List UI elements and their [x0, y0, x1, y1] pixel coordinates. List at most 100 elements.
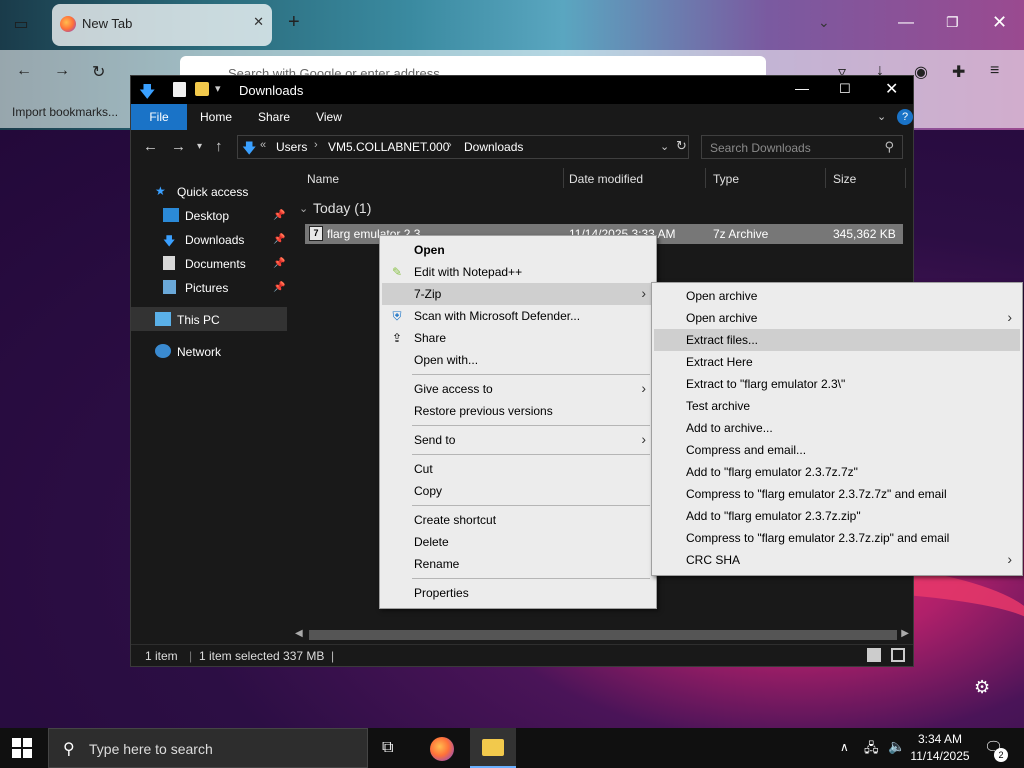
- customize-toolbar-icon[interactable]: ▾: [215, 82, 221, 95]
- pin-icon[interactable]: 📌: [273, 282, 285, 293]
- scroll-left-icon[interactable]: ◀: [295, 628, 303, 639]
- submenu-item-open-archive-more[interactable]: Open archive ›: [654, 307, 1020, 329]
- crumb-downloads[interactable]: Downloads: [464, 140, 523, 154]
- file-explorer-taskbar-icon[interactable]: [482, 739, 504, 756]
- menu-item-send-to[interactable]: Send to ›: [382, 429, 654, 451]
- submenu-item-extract-here[interactable]: Extract Here: [654, 351, 1020, 373]
- clock-time[interactable]: 3:34 AM: [904, 732, 976, 746]
- submenu-item-extract-files[interactable]: Extract files...: [654, 329, 1020, 351]
- menu-item-delete[interactable]: Delete: [382, 531, 654, 553]
- breadcrumb[interactable]: 🡇 « Users › VM5.COLLABNET.000 › Download…: [237, 135, 689, 159]
- submenu-item-extract-to-folder[interactable]: Extract to "flarg emulator 2.3\": [654, 373, 1020, 395]
- large-icons-view-icon[interactable]: [891, 648, 905, 662]
- help-icon[interactable]: ?: [897, 109, 913, 125]
- maximize-button[interactable]: ❐: [946, 14, 959, 31]
- clock-date[interactable]: 11/14/2025: [904, 749, 976, 763]
- recent-locations-icon[interactable]: ▾: [197, 141, 202, 152]
- forward-icon[interactable]: →: [171, 138, 186, 155]
- back-icon[interactable]: ←: [16, 62, 32, 80]
- submenu-item-compress-email[interactable]: Compress and email...: [654, 439, 1020, 461]
- chevron-right-icon[interactable]: ›: [448, 139, 452, 151]
- explorer-close-button[interactable]: ✕: [885, 79, 898, 99]
- extensions-icon[interactable]: ✚: [952, 62, 965, 82]
- new-tab-button[interactable]: +: [288, 12, 300, 32]
- tab-share[interactable]: Share: [251, 104, 297, 130]
- refresh-icon[interactable]: ↻: [676, 138, 687, 154]
- forward-icon[interactable]: →: [54, 62, 70, 80]
- submenu-item-crc-sha[interactable]: CRC SHA ›: [654, 549, 1020, 571]
- close-tab-icon[interactable]: ✕: [253, 14, 264, 30]
- back-icon[interactable]: ←: [143, 138, 158, 155]
- tab-view[interactable]: View: [309, 104, 349, 130]
- column-divider[interactable]: [825, 168, 826, 188]
- menu-item-restore-versions[interactable]: Restore previous versions: [382, 400, 654, 422]
- overflow-icon[interactable]: «: [260, 139, 266, 151]
- menu-item-copy[interactable]: Copy: [382, 480, 654, 502]
- details-view-icon[interactable]: [867, 648, 881, 662]
- column-divider[interactable]: [705, 168, 706, 188]
- chevron-right-icon[interactable]: ›: [314, 139, 318, 151]
- menu-item-properties[interactable]: Properties: [382, 582, 654, 604]
- pin-icon[interactable]: 📌: [273, 210, 285, 221]
- submenu-item-add-zip[interactable]: Add to "flarg emulator 2.3.7z.zip": [654, 505, 1020, 527]
- account-icon[interactable]: ◉: [914, 62, 928, 82]
- horizontal-scrollbar[interactable]: ◀ ▶: [291, 628, 913, 642]
- menu-item-give-access[interactable]: Give access to ›: [382, 378, 654, 400]
- tab-home[interactable]: Home: [193, 104, 239, 130]
- menu-icon[interactable]: ≡: [990, 62, 999, 80]
- explorer-minimize-button[interactable]: —: [795, 80, 809, 96]
- column-divider[interactable]: [563, 168, 564, 188]
- tab-list-icon[interactable]: ▭: [10, 14, 32, 36]
- start-button[interactable]: [12, 738, 34, 758]
- pin-icon[interactable]: 📌: [273, 258, 285, 269]
- reload-icon[interactable]: ↻: [92, 62, 105, 82]
- scroll-thumb[interactable]: [309, 630, 897, 640]
- taskbar-search-input[interactable]: ⚲ Type here to search: [48, 728, 368, 768]
- column-divider[interactable]: [905, 168, 906, 188]
- scroll-right-icon[interactable]: ▶: [901, 628, 909, 639]
- gear-icon[interactable]: ⚙: [974, 677, 990, 698]
- task-view-icon[interactable]: ⧉: [382, 739, 393, 757]
- submenu-item-add-7z[interactable]: Add to "flarg emulator 2.3.7z.7z": [654, 461, 1020, 483]
- network-tray-icon[interactable]: 🖧: [864, 739, 879, 761]
- menu-item-share[interactable]: ⇪ Share: [382, 327, 654, 349]
- new-folder-icon[interactable]: [195, 82, 209, 96]
- column-header-date[interactable]: Date modified: [569, 172, 643, 186]
- volume-icon[interactable]: 🔈: [888, 738, 905, 755]
- expand-ribbon-icon[interactable]: ⌄: [877, 110, 886, 123]
- explorer-maximize-button[interactable]: ☐: [839, 81, 851, 97]
- menu-item-scan-defender[interactable]: ⛨ Scan with Microsoft Defender...: [382, 305, 654, 327]
- submenu-item-compress-zip-email[interactable]: Compress to "flarg emulator 2.3.7z.zip" …: [654, 527, 1020, 549]
- column-header-name[interactable]: Name: [307, 172, 339, 186]
- pin-icon[interactable]: 📌: [273, 234, 285, 245]
- chevron-up-icon[interactable]: ∧: [840, 740, 849, 754]
- menu-item-open[interactable]: Open: [382, 239, 654, 261]
- address-dropdown-icon[interactable]: ⌄: [660, 140, 669, 153]
- up-icon[interactable]: ↑: [215, 138, 223, 155]
- crumb-users[interactable]: Users: [276, 140, 307, 154]
- group-header[interactable]: Today (1): [313, 200, 371, 216]
- tab-file[interactable]: File: [131, 104, 187, 130]
- submenu-item-open-archive[interactable]: Open archive: [654, 285, 1020, 307]
- firefox-taskbar-icon[interactable]: [430, 737, 454, 761]
- collapse-group-icon[interactable]: ⌄: [299, 202, 308, 215]
- search-input[interactable]: Search Downloads ⚲: [701, 135, 903, 159]
- menu-item-edit-notepad[interactable]: ✎ Edit with Notepad++: [382, 261, 654, 283]
- minimize-button[interactable]: —: [898, 14, 914, 32]
- submenu-item-compress-7z-email[interactable]: Compress to "flarg emulator 2.3.7z.7z" a…: [654, 483, 1020, 505]
- close-button[interactable]: ✕: [992, 12, 1007, 33]
- column-header-type[interactable]: Type: [713, 172, 739, 186]
- menu-item-cut[interactable]: Cut: [382, 458, 654, 480]
- import-bookmarks-link[interactable]: Import bookmarks...: [12, 105, 118, 119]
- properties-icon[interactable]: [173, 82, 186, 97]
- column-header-size[interactable]: Size: [833, 172, 856, 186]
- submenu-item-test-archive[interactable]: Test archive: [654, 395, 1020, 417]
- crumb-user-folder[interactable]: VM5.COLLABNET.000: [328, 140, 449, 154]
- menu-item-rename[interactable]: Rename: [382, 553, 654, 575]
- browser-tab[interactable]: New Tab ✕: [52, 4, 272, 46]
- submenu-item-add-to-archive[interactable]: Add to archive...: [654, 417, 1020, 439]
- chevron-down-icon[interactable]: ⌄: [818, 14, 830, 31]
- menu-item-create-shortcut[interactable]: Create shortcut: [382, 509, 654, 531]
- menu-item-7zip[interactable]: 7-Zip ›: [382, 283, 654, 305]
- menu-item-open-with[interactable]: Open with...: [382, 349, 654, 371]
